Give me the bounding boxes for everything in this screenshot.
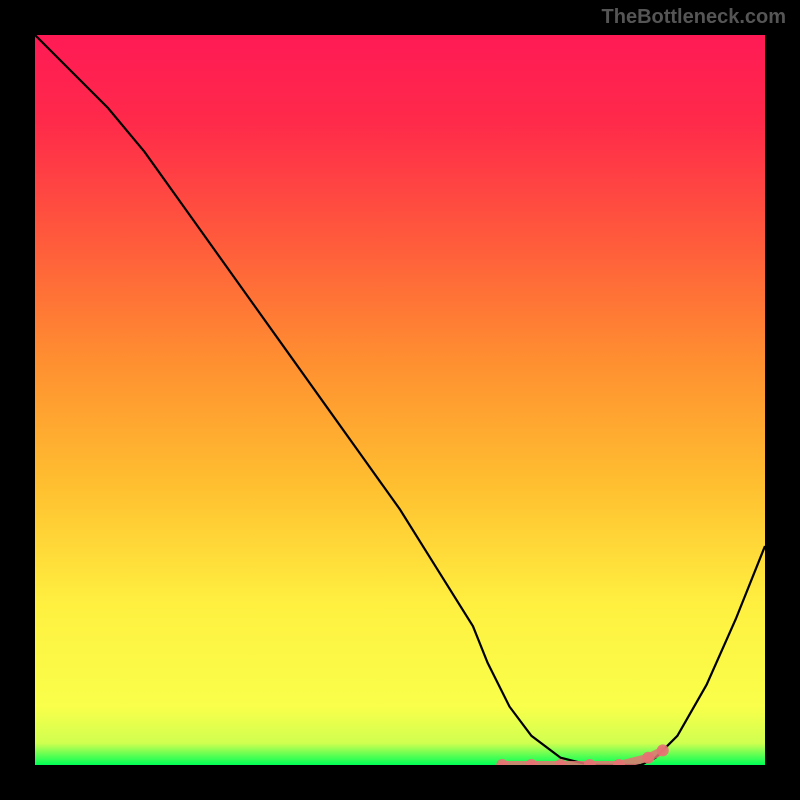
curve-marker bbox=[642, 752, 654, 764]
curve-marker bbox=[555, 759, 567, 765]
chart-curve bbox=[35, 35, 765, 765]
curve-marker bbox=[584, 759, 596, 765]
curve-marker bbox=[525, 759, 537, 765]
curve-marker bbox=[496, 759, 508, 765]
chart-container: TheBottleneck.com bbox=[0, 0, 800, 800]
chart-area bbox=[35, 35, 765, 765]
watermark-text: TheBottleneck.com bbox=[602, 6, 786, 29]
curve-marker bbox=[657, 744, 669, 756]
